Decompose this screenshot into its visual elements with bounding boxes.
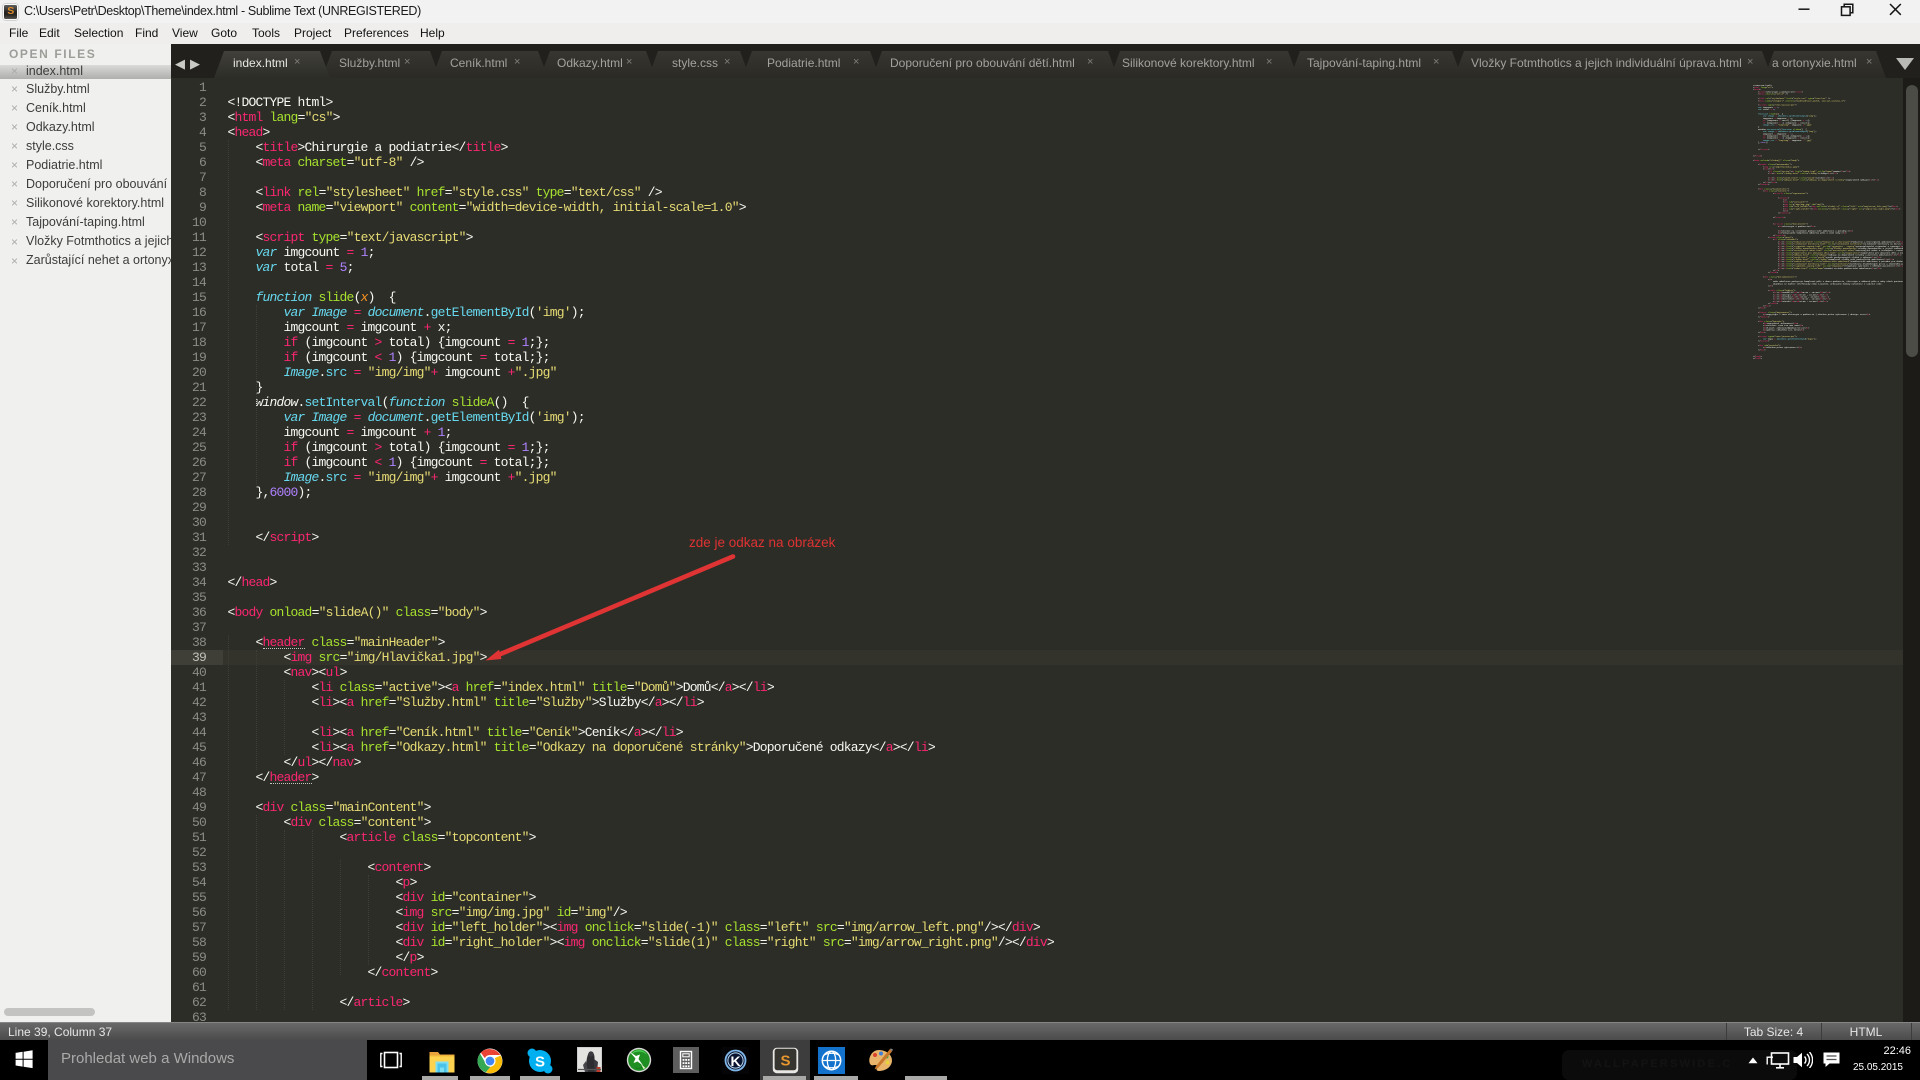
svg-text:S: S xyxy=(535,1054,545,1071)
svg-text:S: S xyxy=(780,1053,790,1070)
svg-text:K: K xyxy=(730,1053,740,1069)
